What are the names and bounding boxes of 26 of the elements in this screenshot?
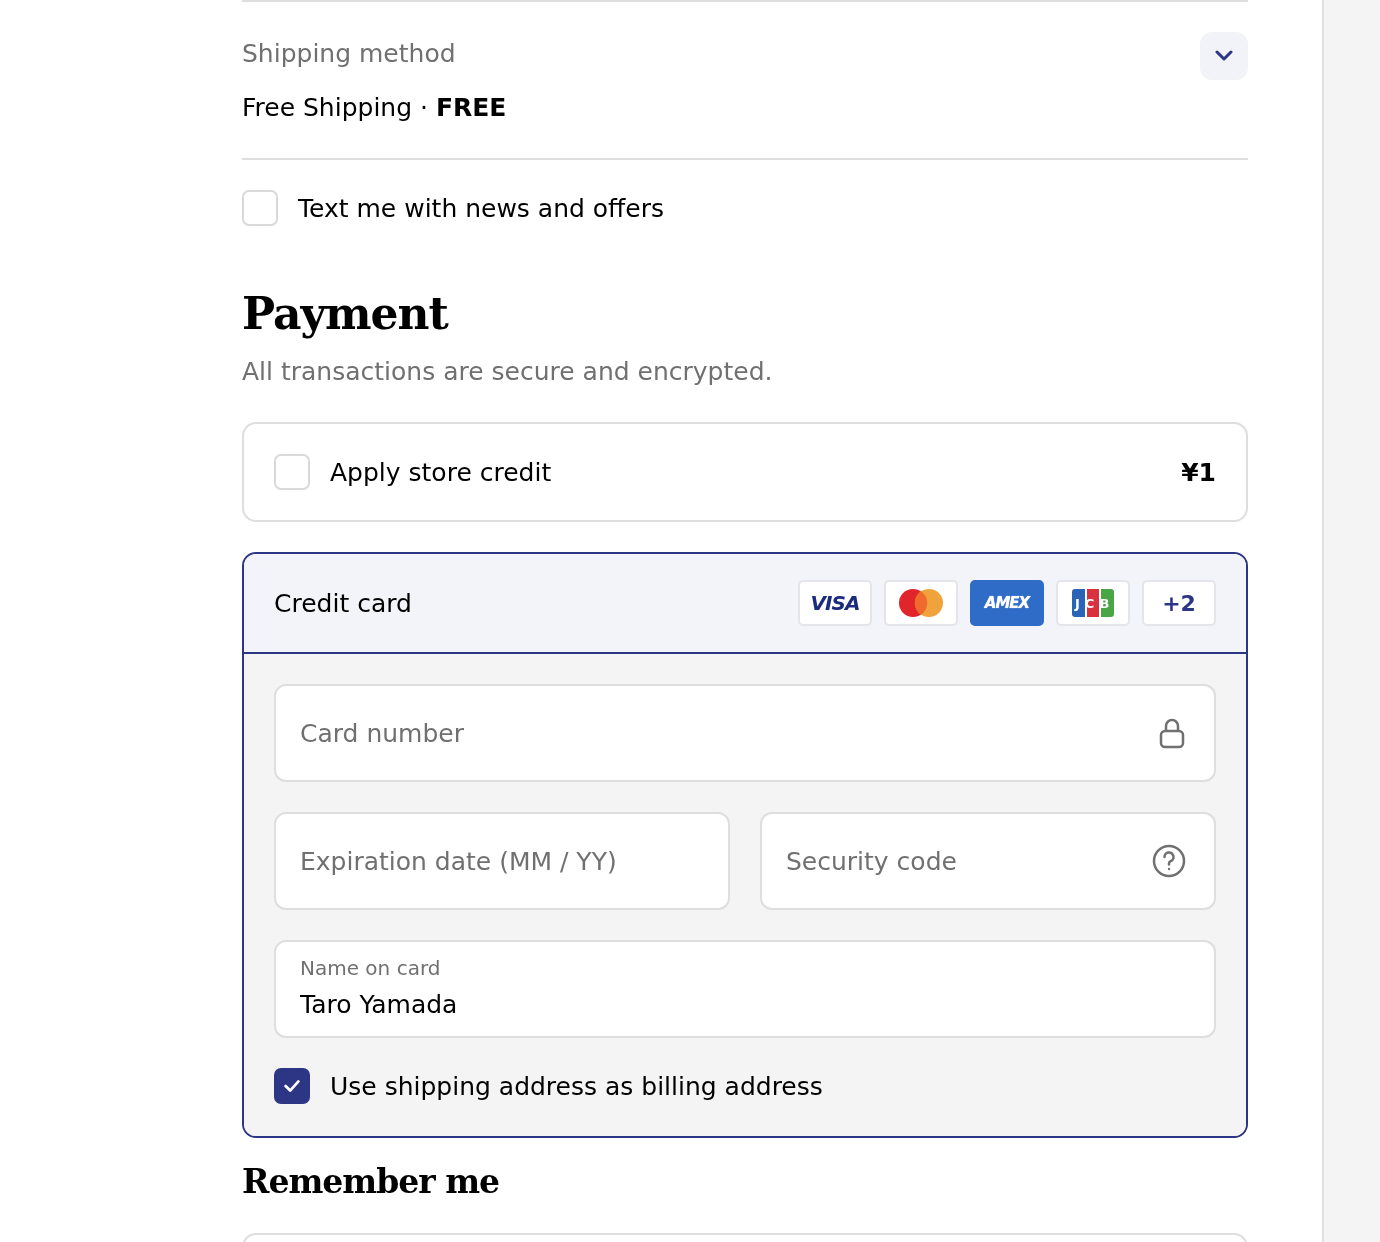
checkbox[interactable] bbox=[242, 190, 278, 226]
amex-logo: AMEX bbox=[970, 580, 1044, 626]
billing-address-label: Use shipping address as billing address bbox=[330, 1071, 823, 1101]
credit-card-option[interactable]: Credit card VISA AMEX JCB +2 bbox=[244, 554, 1246, 654]
checkbox[interactable] bbox=[274, 1068, 310, 1104]
card-number-field[interactable]: Card number bbox=[274, 684, 1216, 782]
shipping-method-label: Shipping method bbox=[242, 38, 457, 70]
shipping-method-summary: Free Shipping · FREE bbox=[242, 92, 507, 124]
expiration-date-field[interactable]: Expiration date (MM / YY) bbox=[274, 812, 730, 910]
payment-heading: Payment bbox=[242, 288, 450, 339]
lock-icon bbox=[1158, 717, 1186, 749]
help-icon[interactable] bbox=[1152, 844, 1186, 878]
remember-me-heading: Remember me bbox=[242, 1162, 501, 1201]
security-code-field[interactable]: Security code bbox=[760, 812, 1216, 910]
store-credit-label: Apply store credit bbox=[330, 457, 552, 487]
store-credit-amount: ¥1 bbox=[1181, 457, 1216, 487]
payment-subtitle: All transactions are secure and encrypted. bbox=[242, 357, 774, 386]
credit-card-label: Credit card bbox=[274, 588, 412, 618]
expand-button[interactable] bbox=[1200, 32, 1248, 80]
visa-logo: VISA bbox=[798, 580, 872, 626]
sms-opt-in-label: Text me with news and offers bbox=[298, 193, 664, 223]
field-label: Name on card bbox=[300, 956, 441, 980]
more-brands-badge: +2 bbox=[1142, 580, 1216, 626]
jcb-logo: JCB bbox=[1056, 580, 1130, 626]
checkbox[interactable] bbox=[274, 454, 310, 490]
chevron-icon bbox=[1214, 50, 1234, 62]
